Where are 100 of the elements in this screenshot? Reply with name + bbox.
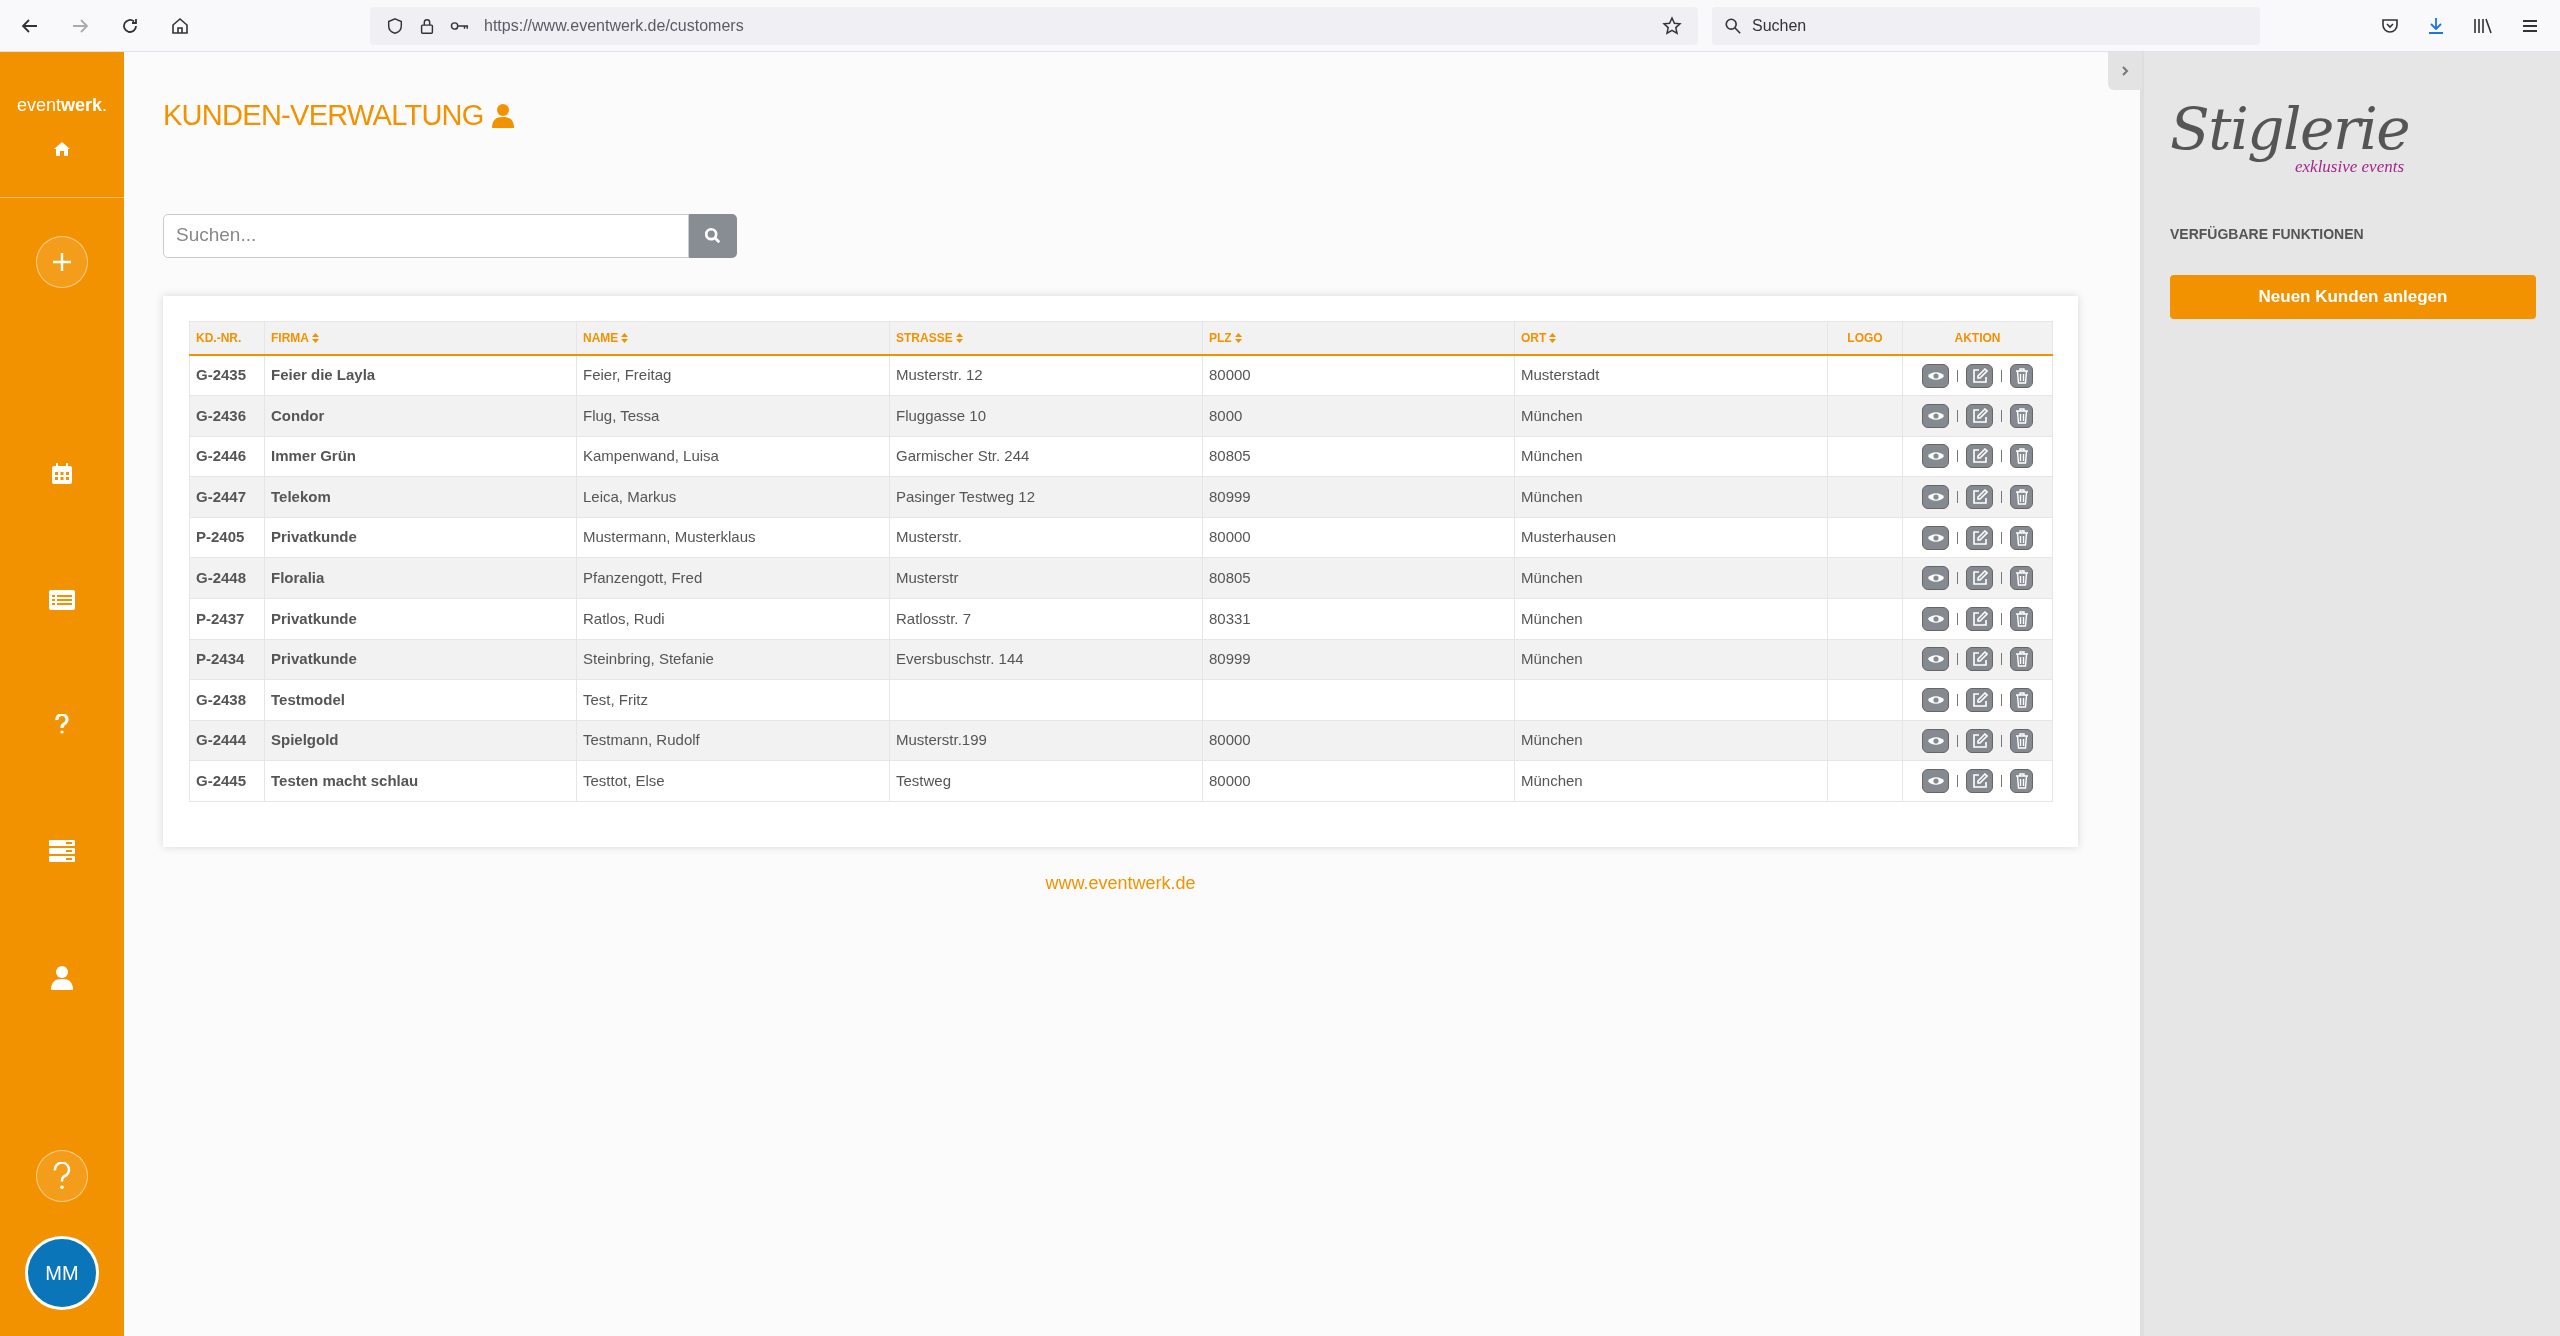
- delete-button[interactable]: [2010, 606, 2033, 631]
- view-button[interactable]: [1922, 525, 1949, 550]
- delete-button[interactable]: [2010, 647, 2033, 672]
- trash-icon: [2014, 407, 2029, 424]
- view-button[interactable]: [1922, 728, 1949, 753]
- column-header[interactable]: PLZ: [1209, 328, 1242, 347]
- edit-icon: [1971, 367, 1988, 384]
- edit-icon: [1971, 570, 1988, 587]
- trash-icon: [2014, 651, 2029, 668]
- panel-heading: VERFÜGBARE FUNKTIONEN: [2170, 224, 2365, 244]
- search-button[interactable]: [689, 213, 737, 258]
- view-button[interactable]: [1922, 606, 1949, 631]
- delete-button[interactable]: [2010, 688, 2033, 713]
- plus-icon: [51, 251, 73, 273]
- table-cell: Musterhausen: [1521, 528, 1617, 546]
- table-cell: Steinbring, Stefanie: [583, 650, 714, 668]
- table-cell: Pasinger Testweg 12: [896, 487, 1035, 505]
- delete-button[interactable]: [2010, 403, 2033, 428]
- delete-button[interactable]: [2010, 769, 2033, 794]
- edit-button[interactable]: [1966, 363, 1993, 388]
- edit-button[interactable]: [1966, 769, 1993, 794]
- table-cell: Ratlosstr. 7: [896, 609, 972, 627]
- edit-button[interactable]: [1966, 403, 1993, 428]
- table-cell: G-2446: [196, 447, 247, 465]
- table-cell: Immer Grün: [271, 447, 357, 465]
- eye-icon: [1926, 734, 1945, 747]
- delete-button[interactable]: [2010, 728, 2033, 753]
- edit-button[interactable]: [1966, 728, 1993, 753]
- table-cell: Ratlos, Rudi: [583, 609, 665, 627]
- delete-button[interactable]: [2010, 363, 2033, 388]
- address-bar[interactable]: https://www.eventwerk.de/customers: [370, 6, 1698, 45]
- bookmark-star-icon[interactable]: [1662, 15, 1682, 36]
- search-field[interactable]: Suchen...: [163, 213, 689, 258]
- column-header[interactable]: NAME: [583, 328, 629, 347]
- table-cell: P-2437: [196, 609, 245, 627]
- table-cell: 80999: [1209, 487, 1251, 505]
- table-cell: Pfanzengott, Fred: [583, 569, 703, 586]
- lock-icon: [418, 16, 436, 35]
- edit-button[interactable]: [1966, 566, 1993, 591]
- view-button[interactable]: [1922, 647, 1949, 672]
- eye-icon: [1926, 531, 1945, 544]
- table-cell: Musterstr.199: [896, 731, 987, 749]
- view-button[interactable]: [1922, 485, 1949, 510]
- table-cell: Garmischer Str. 244: [896, 447, 1030, 465]
- eye-icon: [1926, 694, 1945, 707]
- sort-icon: [955, 332, 963, 343]
- home-icon[interactable]: [170, 15, 190, 36]
- table-cell: Spielgold: [271, 731, 339, 749]
- table-cell: Testtot, Else: [583, 772, 665, 789]
- table-cell: Fluggasse 10: [896, 406, 987, 424]
- trash-icon: [2014, 773, 2029, 790]
- view-button[interactable]: [1922, 688, 1949, 713]
- edit-button[interactable]: [1966, 606, 1993, 631]
- view-button[interactable]: [1922, 566, 1949, 591]
- sort-icon: [1234, 332, 1242, 343]
- delete-button[interactable]: [2010, 566, 2033, 591]
- new-customer-button[interactable]: Neuen Kunden anlegen: [2170, 274, 2536, 319]
- trash-icon: [2014, 448, 2029, 465]
- delete-button[interactable]: [2010, 525, 2033, 550]
- table-cell: 80805: [1209, 447, 1251, 465]
- table-cell: P-2405: [196, 528, 245, 546]
- eye-icon: [1926, 775, 1945, 788]
- table-cell: München: [1521, 650, 1583, 668]
- table-cell: Privatkunde: [271, 650, 357, 668]
- delete-button[interactable]: [2010, 485, 2033, 510]
- table-cell: München: [1521, 772, 1583, 789]
- edit-icon: [1971, 448, 1988, 465]
- edit-button[interactable]: [1966, 525, 1993, 550]
- edit-button[interactable]: [1966, 444, 1993, 469]
- table-cell: G-2436: [196, 406, 247, 424]
- edit-icon: [1971, 651, 1988, 668]
- table-cell: Condor: [271, 406, 325, 424]
- edit-icon: [1971, 529, 1988, 546]
- edit-button[interactable]: [1966, 485, 1993, 510]
- trash-icon: [2014, 489, 2029, 506]
- shield-icon: [386, 16, 404, 35]
- eye-icon: [1926, 450, 1945, 463]
- table-cell: Feier die Layla: [271, 366, 376, 384]
- table-cell: 80000: [1209, 528, 1251, 546]
- edit-icon: [1971, 773, 1988, 790]
- column-header[interactable]: FIRMA: [271, 328, 319, 347]
- trash-icon: [2014, 732, 2029, 749]
- browser-search-field[interactable]: Suchen: [1712, 6, 2260, 45]
- eye-icon: [1926, 409, 1945, 422]
- download-icon[interactable]: [2426, 15, 2446, 36]
- column-header[interactable]: ORT: [1521, 328, 1557, 347]
- column-header[interactable]: STRASSE: [896, 328, 963, 347]
- view-button[interactable]: [1922, 363, 1949, 388]
- footer-link[interactable]: www.eventwerk.de: [163, 870, 2078, 898]
- delete-button[interactable]: [2010, 444, 2033, 469]
- edit-button[interactable]: [1966, 647, 1993, 672]
- view-button[interactable]: [1922, 444, 1949, 469]
- view-button[interactable]: [1922, 769, 1949, 794]
- column-header: LOGO: [1847, 329, 1883, 347]
- edit-button[interactable]: [1966, 688, 1993, 713]
- table-cell: München: [1521, 487, 1583, 505]
- user-avatar[interactable]: MM: [25, 1236, 99, 1310]
- edit-icon: [1971, 610, 1988, 627]
- view-button[interactable]: [1922, 403, 1949, 428]
- trash-icon: [2014, 692, 2029, 709]
